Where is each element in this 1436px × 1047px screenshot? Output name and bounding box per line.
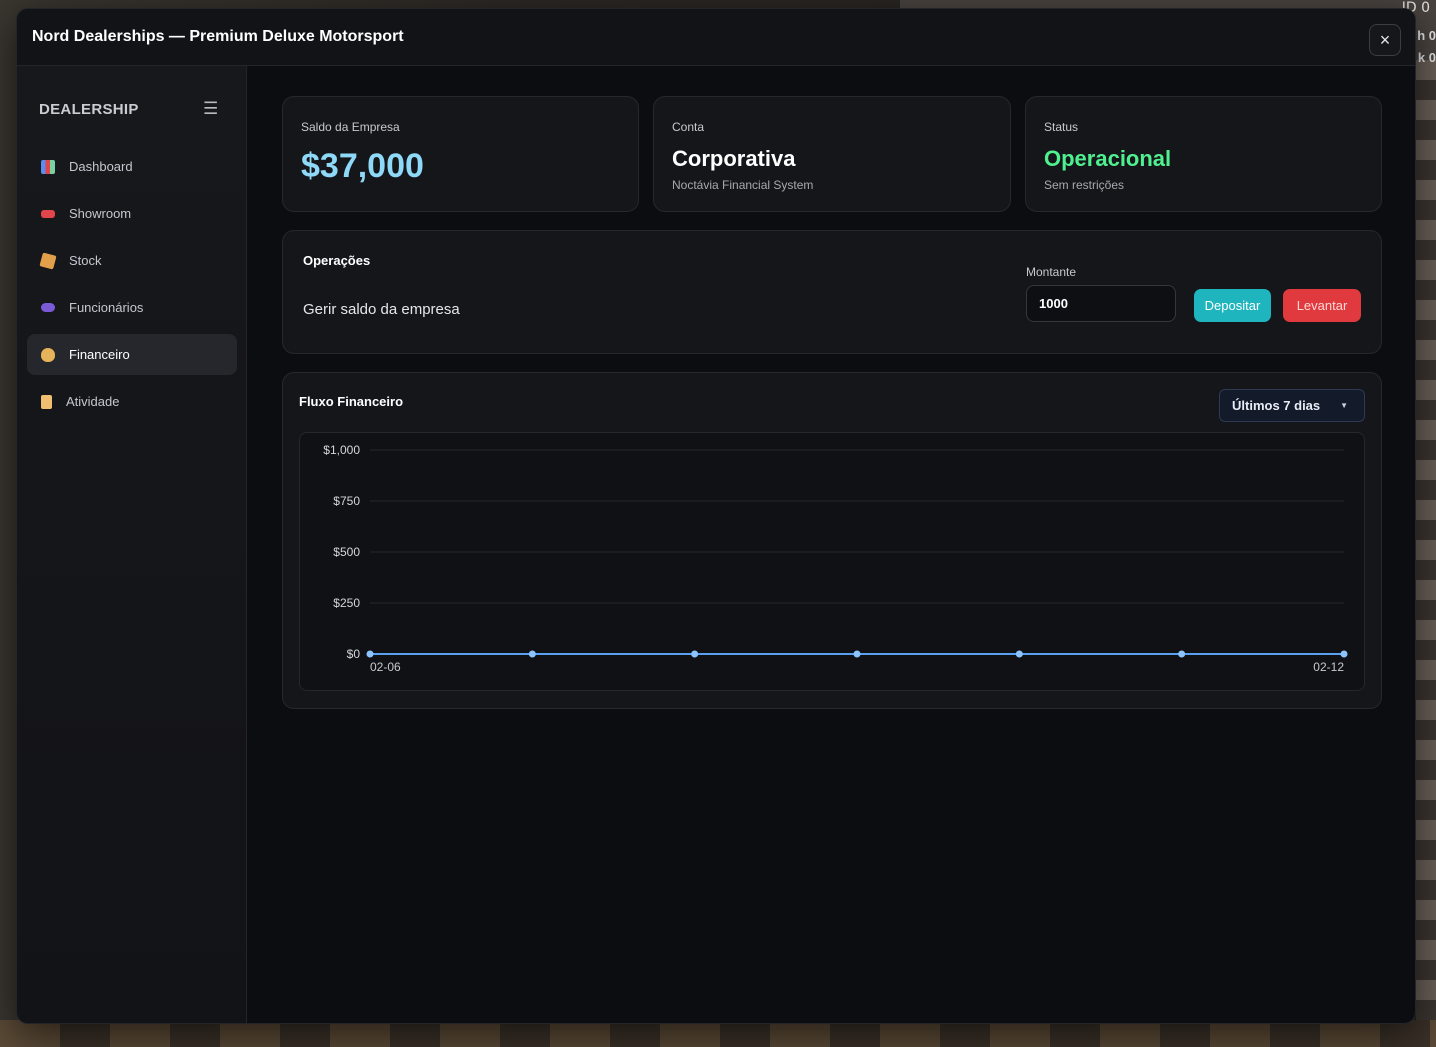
sidebar: DEALERSHIP ☰ Dashboard Showroom Stock Fu… <box>17 66 247 1023</box>
sidebar-item-label: Dashboard <box>69 159 133 174</box>
chart-area: $0 $250 $500 $750 $1,000 02-06 02-12 <box>299 432 1365 691</box>
status-sub: Sem restrições <box>1044 178 1125 192</box>
amount-input[interactable] <box>1026 285 1176 322</box>
sidebar-item-label: Stock <box>69 253 102 268</box>
account-label: Conta <box>672 120 705 134</box>
sidebar-item-funcionarios[interactable]: Funcionários <box>27 287 237 328</box>
hamburger-menu-icon[interactable]: ☰ <box>203 99 218 119</box>
scroll-icon <box>41 394 52 409</box>
withdraw-button[interactable]: Levantar <box>1283 289 1361 322</box>
window-title: Nord Dealerships — Premium Deluxe Motors… <box>32 28 404 45</box>
sidebar-item-label: Funcionários <box>69 300 144 315</box>
chart-icon <box>41 159 55 174</box>
data-point <box>528 650 536 658</box>
data-point <box>366 650 374 658</box>
sidebar-brand: DEALERSHIP <box>39 101 139 118</box>
y-tick-label: $0 <box>347 647 361 661</box>
account-card: Conta Corporativa Noctávia Financial Sys… <box>653 96 1011 212</box>
car-icon <box>41 209 55 218</box>
account-sub: Noctávia Financial System <box>672 178 814 192</box>
sidebar-item-dashboard[interactable]: Dashboard <box>27 146 237 187</box>
operations-card: Operações Gerir saldo da empresa Montant… <box>282 230 1382 354</box>
hud-line-1: h 0 <box>1417 28 1436 43</box>
chevron-down-icon: ▼ <box>1340 401 1348 410</box>
main-content: Saldo da Empresa $37,000 Conta Corporati… <box>247 66 1415 1023</box>
x-tick-label: 02-06 <box>370 660 401 674</box>
balance-value: $37,000 <box>301 147 424 185</box>
y-tick-label: $500 <box>333 545 360 559</box>
dealership-window: Nord Dealerships — Premium Deluxe Motors… <box>16 8 1416 1024</box>
line-chart: $0 $250 $500 $750 $1,000 02-06 02-12 <box>323 443 1348 674</box>
box-icon <box>39 251 57 270</box>
status-label: Status <box>1044 120 1079 134</box>
close-icon: × <box>1379 29 1391 50</box>
data-point <box>1340 650 1348 658</box>
status-card: Status Operacional Sem restrições <box>1025 96 1382 212</box>
titlebar: Nord Dealerships — Premium Deluxe Motors… <box>17 9 1415 66</box>
x-tick-label: 02-12 <box>1313 660 1344 674</box>
range-select-value: Últimos 7 dias <box>1232 398 1321 413</box>
money-bag-icon <box>41 347 55 362</box>
data-point <box>1178 650 1186 658</box>
financial-flow-card: Fluxo Financeiro Últimos 7 dias ▼ $0 $250… <box>282 372 1382 709</box>
sidebar-item-label: Financeiro <box>69 347 130 362</box>
account-value: Corporativa <box>672 146 796 171</box>
sidebar-item-financeiro[interactable]: Financeiro <box>27 334 237 375</box>
sidebar-item-showroom[interactable]: Showroom <box>27 193 237 234</box>
y-tick-label: $250 <box>333 596 360 610</box>
deposit-button[interactable]: Depositar <box>1194 289 1271 322</box>
balance-card: Saldo da Empresa $37,000 <box>282 96 639 212</box>
y-tick-label: $750 <box>333 494 360 508</box>
amount-label: Montante <box>1026 265 1077 279</box>
sidebar-item-atividade[interactable]: Atividade <box>27 381 237 422</box>
close-button[interactable]: × <box>1369 24 1401 56</box>
people-icon <box>41 303 55 312</box>
data-point <box>1015 650 1023 658</box>
operations-title: Operações <box>303 253 371 268</box>
operations-description: Gerir saldo da empresa <box>303 301 460 318</box>
sidebar-item-stock[interactable]: Stock <box>27 240 237 281</box>
y-tick-label: $1,000 <box>323 443 360 457</box>
hud-line-2: k 0 <box>1417 50 1436 65</box>
sidebar-nav: Dashboard Showroom Stock Funcionários Fi… <box>27 146 237 428</box>
range-select[interactable]: Últimos 7 dias ▼ <box>1219 389 1365 422</box>
flow-title: Fluxo Financeiro <box>299 394 404 409</box>
data-point <box>691 650 699 658</box>
data-point <box>853 650 861 658</box>
sidebar-item-label: Atividade <box>66 394 120 409</box>
sidebar-item-label: Showroom <box>69 206 132 221</box>
status-value: Operacional <box>1044 146 1172 171</box>
balance-label: Saldo da Empresa <box>301 120 400 134</box>
